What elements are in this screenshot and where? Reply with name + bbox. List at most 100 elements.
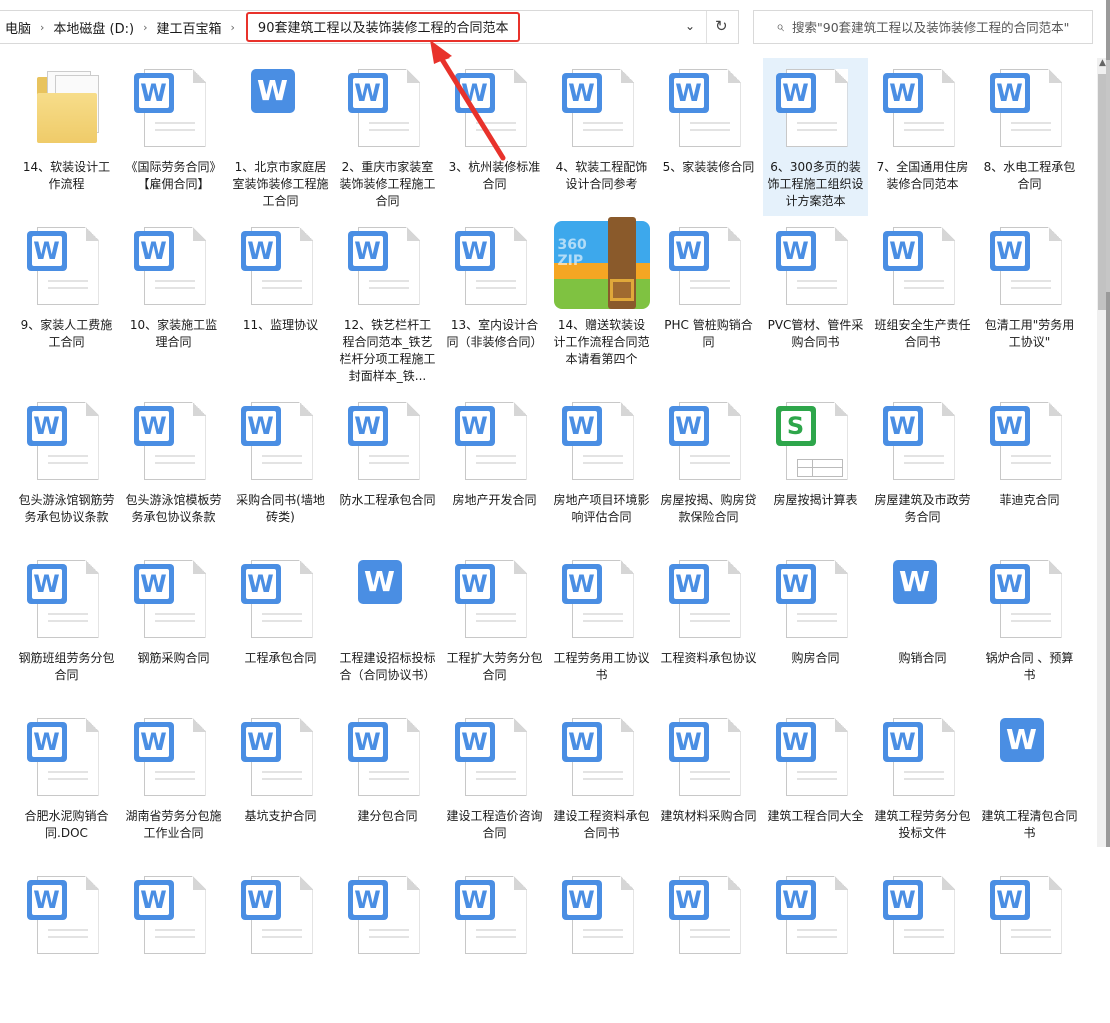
spreadsheet-file-icon: S	[775, 396, 856, 488]
file-item[interactable]: 360 ZIP 14、赠送软装设计工作流程合同范本请看第四个	[549, 216, 654, 391]
file-item[interactable]: W 13、室内设计合同（非装修合同）	[442, 216, 547, 391]
file-name: 建筑工程劳务分包投标文件	[874, 809, 971, 840]
file-item[interactable]: W 合肥水泥购销合同.DOC	[14, 707, 119, 865]
word-document-icon: W	[26, 554, 107, 646]
chevron-down-icon[interactable]: ⌄	[685, 19, 695, 33]
word-badge: W	[26, 406, 67, 446]
file-item[interactable]: W 11、监理协议	[228, 216, 333, 391]
chevron-right-icon[interactable]: ›	[140, 21, 150, 34]
file-item[interactable]: W 6、300多页的装饰工程施工组织设计方案范本	[763, 58, 868, 216]
file-item[interactable]: W	[14, 865, 119, 1023]
word-badge: W	[999, 718, 1044, 762]
word-badge: W	[133, 406, 174, 446]
file-item[interactable]: W 9、家装人工费施工合同	[14, 216, 119, 391]
file-item[interactable]: W	[763, 865, 868, 1023]
word-badge: W	[882, 880, 923, 920]
page-fold	[834, 560, 848, 574]
file-item[interactable]: W	[121, 865, 226, 1023]
doc-lines	[154, 929, 195, 943]
file-item[interactable]: W 工程资料承包协议	[656, 549, 761, 707]
file-item[interactable]: W 防水工程承包合同	[335, 391, 440, 549]
file-item[interactable]: W 工程承包合同	[228, 549, 333, 707]
file-item[interactable]: W 房地产项目环境影响评估合同	[549, 391, 654, 549]
file-item[interactable]: W 建分包合同	[335, 707, 440, 865]
file-item[interactable]: W 工程劳务用工协议书	[549, 549, 654, 707]
file-item[interactable]: W 钢筋采购合同	[121, 549, 226, 707]
file-item[interactable]: W 班组安全生产责任合同书	[870, 216, 975, 391]
file-item[interactable]: W	[870, 865, 975, 1023]
file-item[interactable]: W 包头游泳馆模板劳务承包协议条款	[121, 391, 226, 549]
chevron-right-icon[interactable]: ›	[228, 21, 238, 34]
file-item[interactable]: W 7、全国通用住房装修合同范本	[870, 58, 975, 216]
file-item[interactable]: W 菲迪克合同	[977, 391, 1082, 549]
refresh-icon[interactable]: ↻	[715, 17, 728, 35]
file-item[interactable]: W PHC 管桩购销合同	[656, 216, 761, 391]
file-item[interactable]: W 10、家装施工监理合同	[121, 216, 226, 391]
file-item[interactable]: W 建设工程造价咨询合同	[442, 707, 547, 865]
file-item[interactable]: W 包头游泳馆钢筋劳务承包协议条款	[14, 391, 119, 549]
file-item[interactable]: W	[442, 865, 547, 1023]
doc-lines	[903, 771, 944, 785]
file-item[interactable]: W 工程扩大劳务分包合同	[442, 549, 547, 707]
breadcrumb-item-folder[interactable]: 建工百宝箱	[151, 18, 228, 37]
file-item[interactable]: W	[335, 865, 440, 1023]
file-item[interactable]: W 建筑材料采购合同	[656, 707, 761, 865]
file-item[interactable]: W 包清工用"劳务用工协议"	[977, 216, 1082, 391]
doc-lines	[368, 771, 409, 785]
word-badge: W	[775, 880, 816, 920]
word-document-icon: W	[989, 396, 1070, 488]
file-item[interactable]: W 房屋建筑及市政劳务合同	[870, 391, 975, 549]
file-item[interactable]: W 购销合同	[870, 549, 975, 707]
file-item[interactable]: W 湖南省劳务分包施工作业合同	[121, 707, 226, 865]
file-name: 采购合同书(墙地砖类)	[236, 493, 325, 524]
file-item[interactable]: W 4、软装工程配饰设计合同参考	[549, 58, 654, 216]
file-item[interactable]: W 建设工程资料承包合同书	[549, 707, 654, 865]
scroll-up-icon[interactable]: ▲	[1099, 58, 1106, 68]
breadcrumb-item-computer[interactable]: 电脑	[0, 18, 37, 37]
file-item[interactable]: W 钢筋班组劳务分包合同	[14, 549, 119, 707]
file-item[interactable]: W 锅炉合同 、预算书	[977, 549, 1082, 707]
word-badge: W	[775, 231, 816, 271]
file-item[interactable]: W 12、铁艺栏杆工程合同范本_铁艺栏杆分项工程施工封面样本_铁...	[335, 216, 440, 391]
file-item[interactable]: W 2、重庆市家装室装饰装修工程施工合同	[335, 58, 440, 216]
file-item[interactable]: W 建筑工程合同大全	[763, 707, 868, 865]
search-input[interactable]	[790, 12, 1092, 42]
word-badge: W	[240, 880, 281, 920]
word-badge: W	[454, 406, 495, 446]
file-item[interactable]: W	[228, 865, 333, 1023]
file-item[interactable]: W 建筑工程劳务分包投标文件	[870, 707, 975, 865]
search-box[interactable]: ⌕	[753, 10, 1093, 44]
file-item[interactable]: W 5、家装装修合同	[656, 58, 761, 216]
page-fold	[1048, 227, 1062, 241]
file-item[interactable]: S 房屋按揭计算表	[763, 391, 868, 549]
word-badge: W	[775, 722, 816, 762]
file-name: 6、300多页的装饰工程施工组织设计方案范本	[767, 160, 864, 208]
breadcrumb-item-drive[interactable]: 本地磁盘 (D:)	[47, 18, 140, 37]
file-item[interactable]: 14、软装设计工作流程	[14, 58, 119, 216]
file-item[interactable]: W	[977, 865, 1082, 1023]
address-bar[interactable]: 电脑 › 本地磁盘 (D:) › 建工百宝箱 › 90套建筑工程以及装饰装修工程…	[0, 10, 739, 44]
file-item[interactable]: W 基坑支护合同	[228, 707, 333, 865]
file-item[interactable]: W 8、水电工程承包合同	[977, 58, 1082, 216]
file-item[interactable]: W 房地产开发合同	[442, 391, 547, 549]
file-name: 合肥水泥购销合同.DOC	[24, 809, 109, 840]
doc-lines	[1010, 929, 1051, 943]
file-item[interactable]: W 1、北京市家庭居室装饰装修工程施工合同	[228, 58, 333, 216]
file-item[interactable]: W PVC管材、管件采购合同书	[763, 216, 868, 391]
file-item[interactable]: W	[549, 865, 654, 1023]
word-badge: W	[561, 406, 602, 446]
page-fold	[513, 560, 527, 574]
file-item[interactable]: W 《国际劳务合同》【雇佣合同】	[121, 58, 226, 216]
file-item[interactable]: W 采购合同书(墙地砖类)	[228, 391, 333, 549]
chevron-right-icon[interactable]: ›	[37, 21, 47, 34]
file-item[interactable]: W 建筑工程清包合同书	[977, 707, 1082, 865]
word-badge: W	[133, 880, 174, 920]
file-item[interactable]: W 工程建设招标投标合（合同协议书）	[335, 549, 440, 707]
file-name: 建筑材料采购合同	[660, 809, 757, 823]
file-name: 防水工程承包合同	[339, 493, 436, 507]
file-item[interactable]: W 购房合同	[763, 549, 868, 707]
breadcrumb-current-folder[interactable]: 90套建筑工程以及装饰装修工程的合同范本	[245, 12, 521, 42]
file-item[interactable]: W 房屋按揭、购房贷款保险合同	[656, 391, 761, 549]
file-item[interactable]: W	[656, 865, 761, 1023]
file-item[interactable]: W 3、杭州装修标准合同	[442, 58, 547, 216]
